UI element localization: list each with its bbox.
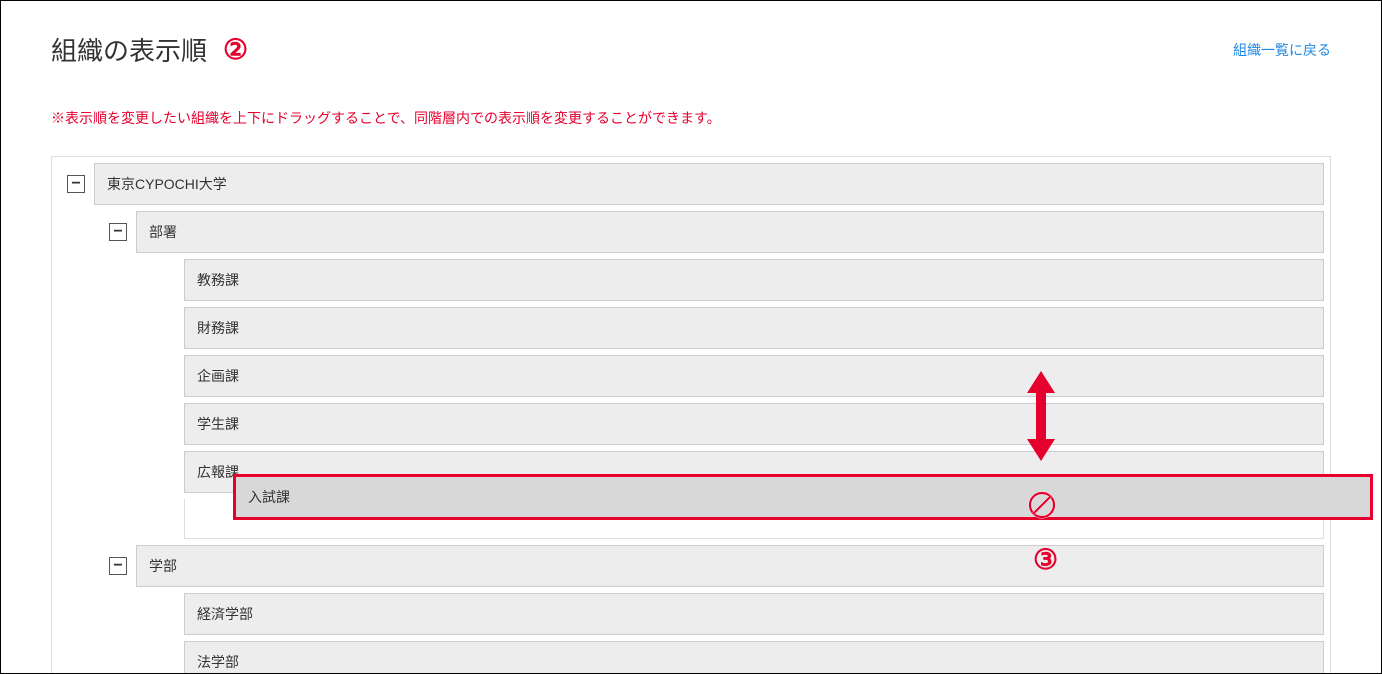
collapse-icon[interactable]: − (109, 557, 127, 575)
org-item[interactable]: 法学部 (184, 641, 1324, 674)
dragging-org-item[interactable]: 入試課 (233, 474, 1373, 520)
root-children: − 部署 教務課 財務課 企画課 学生課 広報課 (100, 211, 1324, 674)
org-tree: − 東京CYPOCHI大学 − 部署 教務課 財務課 企 (51, 156, 1331, 674)
group-label[interactable]: 部署 (136, 211, 1324, 253)
tree-group-gakubu: − 学部 経済学部 法学部 (100, 545, 1324, 674)
marker-3-icon: ③ (1033, 543, 1058, 576)
back-link[interactable]: 組織一覧に戻る (1233, 40, 1331, 60)
page-title: 組織の表示順 ② (51, 31, 248, 68)
header-row: 組織の表示順 ② 組織一覧に戻る (51, 31, 1331, 68)
title-text: 組織の表示順 (51, 31, 207, 68)
org-item[interactable]: 経済学部 (184, 593, 1324, 635)
app-frame: 組織の表示順 ② 組織一覧に戻る ※表示順を変更したい組織を上下にドラッグするこ… (0, 0, 1382, 674)
group-label[interactable]: 学部 (136, 545, 1324, 587)
org-item[interactable]: 教務課 (184, 259, 1324, 301)
updown-arrow-icon (1025, 371, 1057, 461)
no-drop-cursor-icon (1027, 490, 1057, 520)
org-root-label[interactable]: 東京CYPOCHI大学 (94, 163, 1324, 205)
org-item[interactable]: 学生課 (184, 403, 1324, 445)
group2-children: 経済学部 法学部 (142, 593, 1324, 674)
marker-2-icon: ② (223, 33, 248, 66)
hint-text: ※表示順を変更したい組織を上下にドラッグすることで、同階層内での表示順を変更する… (51, 108, 1331, 128)
collapse-icon[interactable]: − (67, 175, 85, 193)
tree-root: − 東京CYPOCHI大学 − 部署 教務課 財務課 企 (58, 163, 1324, 674)
org-item[interactable]: 財務課 (184, 307, 1324, 349)
org-item[interactable]: 企画課 (184, 355, 1324, 397)
collapse-icon[interactable]: − (109, 223, 127, 241)
